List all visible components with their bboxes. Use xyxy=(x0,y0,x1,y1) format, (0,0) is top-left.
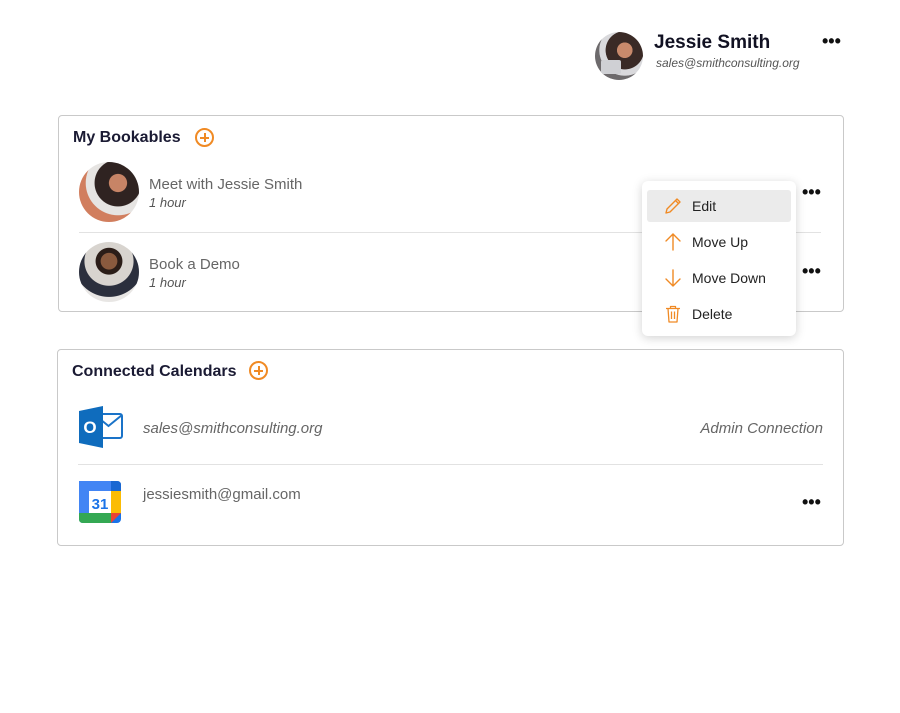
trash-icon xyxy=(666,305,680,323)
svg-text:O: O xyxy=(83,418,96,437)
calendars-card: Connected Calendars O sales@smithconsult… xyxy=(57,349,844,546)
menu-item-label: Move Up xyxy=(692,234,749,250)
profile-name: Jessie Smith xyxy=(654,32,771,53)
bookable-more-button[interactable]: ••• xyxy=(802,183,821,201)
menu-item-move-down[interactable]: Move Down xyxy=(647,262,791,294)
bookable-title: Meet with Jessie Smith xyxy=(149,176,303,193)
bookable-duration: 1 hour xyxy=(149,275,186,290)
avatar xyxy=(595,32,643,80)
bookable-more-button[interactable]: ••• xyxy=(802,262,821,280)
menu-item-move-up[interactable]: Move Up xyxy=(647,226,791,258)
bookables-title: My Bookables xyxy=(73,129,181,146)
menu-item-label: Move Down xyxy=(692,270,766,286)
calendar-more-button[interactable]: ••• xyxy=(802,493,821,511)
arrow-up-icon xyxy=(665,233,681,251)
arrow-down-icon xyxy=(665,269,681,287)
profile-more-button[interactable]: ••• xyxy=(822,32,841,50)
pencil-icon xyxy=(665,198,681,214)
bookable-title: Book a Demo xyxy=(149,256,240,273)
google-calendar-icon: 31 xyxy=(79,481,121,523)
menu-item-label: Delete xyxy=(692,306,733,322)
menu-item-edit[interactable]: Edit xyxy=(647,190,791,222)
admin-connection-label: Admin Connection xyxy=(700,420,823,437)
add-bookable-icon[interactable] xyxy=(195,128,214,147)
calendar-email: sales@smithconsulting.org xyxy=(143,420,323,437)
menu-item-label: Edit xyxy=(692,198,717,214)
profile-email: sales@smithconsulting.org xyxy=(656,56,800,70)
avatar xyxy=(79,162,139,222)
add-calendar-icon[interactable] xyxy=(249,361,268,380)
user-profile: Jessie Smith sales@smithconsulting.org xyxy=(595,32,855,82)
svg-text:31: 31 xyxy=(92,496,109,513)
context-menu: Edit Move Up Move Down Delete xyxy=(642,181,796,336)
avatar xyxy=(79,242,139,302)
outlook-icon: O xyxy=(79,406,123,448)
calendar-email: jessiesmith@gmail.com xyxy=(143,486,301,503)
divider xyxy=(78,464,823,465)
menu-item-delete[interactable]: Delete xyxy=(647,298,791,330)
calendars-title: Connected Calendars xyxy=(72,363,237,380)
bookable-duration: 1 hour xyxy=(149,195,186,210)
